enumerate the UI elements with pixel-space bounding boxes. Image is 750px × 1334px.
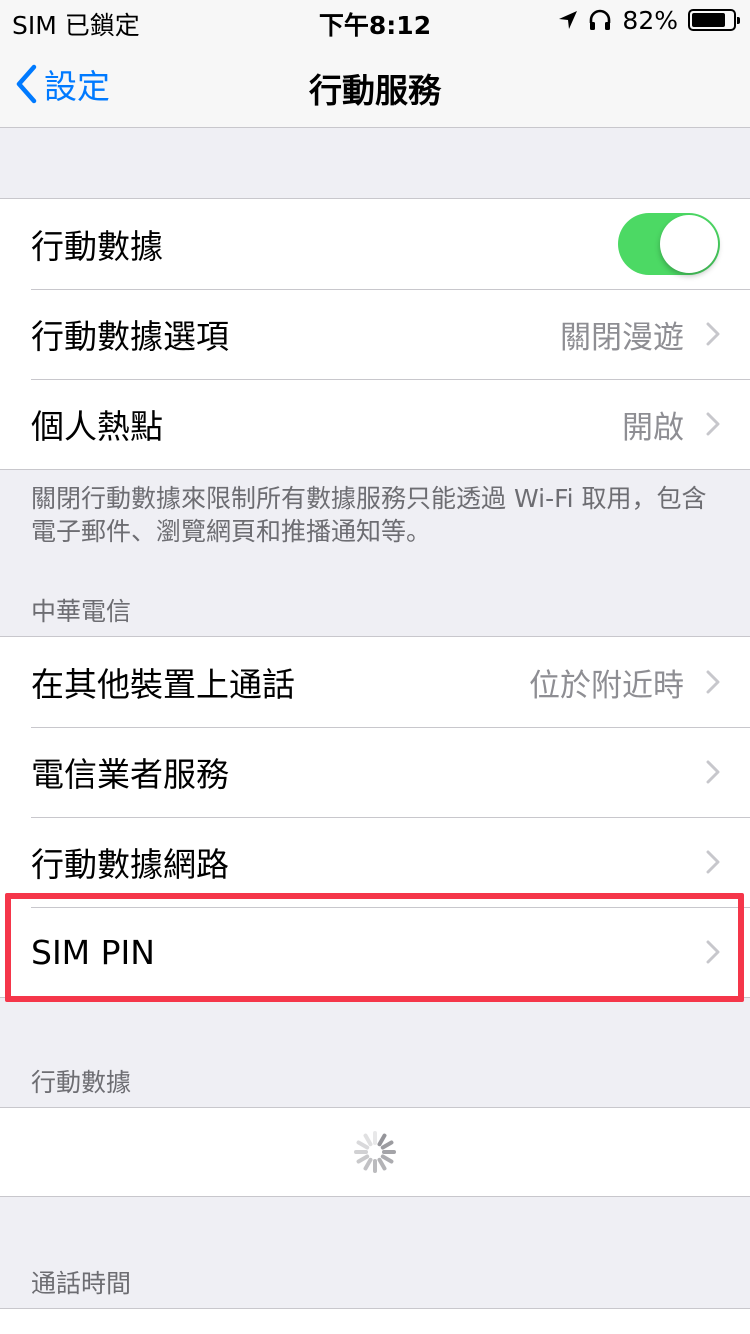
chevron-right-icon	[706, 670, 720, 694]
chevron-right-icon	[706, 412, 720, 436]
section-header-call-time: 通話時間	[31, 1269, 132, 1298]
chevron-right-icon	[706, 760, 720, 784]
spinner-spoke	[377, 1157, 387, 1171]
battery-icon	[688, 9, 740, 31]
row-cellular-data: 行動數據	[0, 199, 750, 289]
page-title: 行動服務	[309, 71, 441, 110]
row-value: 關閉漫遊	[560, 319, 684, 356]
loading-row	[0, 1108, 750, 1196]
back-button[interactable]: 設定	[14, 60, 110, 108]
row-label: 行動數據網路	[31, 845, 229, 884]
back-label: 設定	[44, 67, 110, 106]
spinner-spoke	[380, 1140, 394, 1150]
row-cellular-data-network[interactable]: 行動數據網路	[0, 817, 750, 907]
chevron-right-icon	[706, 940, 720, 964]
carrier-group: 在其他裝置上通話 位於附近時 電信業者服務 行動數據網路 SIM PIN	[0, 636, 750, 998]
chevron-left-icon	[16, 64, 37, 104]
cellular-data-footer: 關閉行動數據來限制所有數據服務只能透過 Wi-Fi 取用，包含電子郵件、瀏覽網頁…	[31, 484, 707, 546]
row-sim-pin[interactable]: SIM PIN	[0, 907, 750, 997]
loading-spinner-icon	[354, 1131, 396, 1173]
cellular-data-group: 行動數據 行動數據選項 關閉漫遊 個人熱點 開啟	[0, 198, 750, 470]
carrier-status: SIM 已鎖定	[12, 11, 140, 40]
call-time-group	[0, 1308, 750, 1334]
cellular-data-usage-group	[0, 1107, 750, 1197]
spinner-spoke	[356, 1140, 370, 1150]
row-carrier-services[interactable]: 電信業者服務	[0, 727, 750, 817]
row-label: 行動數據選項	[31, 317, 229, 356]
row-personal-hotspot[interactable]: 個人熱點 開啟	[0, 379, 750, 469]
battery-percent: 82%	[622, 5, 678, 35]
spinner-spoke	[380, 1154, 394, 1164]
status-bar: SIM 已鎖定 下午8:12 82%	[0, 0, 750, 40]
battery-fill	[692, 13, 725, 27]
chevron-right-icon	[706, 850, 720, 874]
screen: SIM 已鎖定 下午8:12 82% 設定 行動服務 行動數據 行動數據選項 關…	[0, 0, 750, 1334]
row-cellular-data-options[interactable]: 行動數據選項 關閉漫遊	[0, 289, 750, 379]
spinner-spoke	[363, 1133, 373, 1147]
row-label: 在其他裝置上通話	[31, 665, 295, 704]
navigation-bar: 設定 行動服務	[0, 40, 750, 128]
spinner-spoke	[377, 1133, 387, 1147]
section-header-carrier: 中華電信	[31, 597, 132, 626]
row-label: 行動數據	[31, 227, 163, 266]
toggle-knob	[660, 215, 718, 273]
section-header-cellular-data: 行動數據	[31, 1068, 132, 1097]
row-label: 電信業者服務	[31, 755, 229, 794]
row-calls-on-other-devices[interactable]: 在其他裝置上通話 位於附近時	[0, 637, 750, 727]
chevron-right-icon	[706, 322, 720, 346]
location-arrow-icon	[559, 11, 578, 29]
cellular-data-toggle[interactable]	[618, 213, 720, 275]
spinner-spoke	[356, 1154, 370, 1164]
row-value: 開啟	[622, 409, 684, 446]
headphones-icon	[590, 9, 611, 30]
row-label: SIM PIN	[31, 932, 155, 972]
status-right: 82%	[558, 5, 740, 35]
row-label: 個人熱點	[31, 407, 163, 446]
row-value: 位於附近時	[529, 667, 684, 704]
spinner-spoke	[363, 1157, 373, 1171]
